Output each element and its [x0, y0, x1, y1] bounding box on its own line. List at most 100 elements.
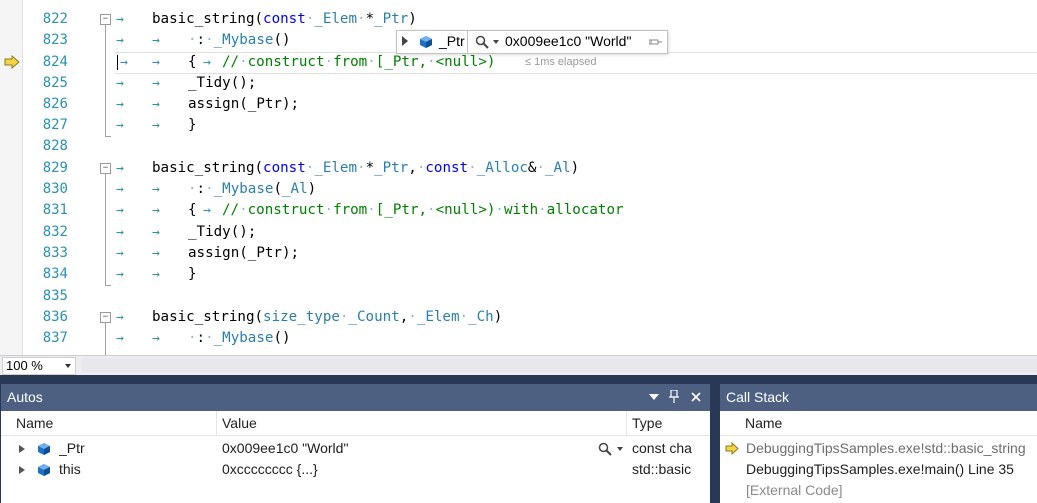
column-header-type[interactable]: Type: [627, 411, 710, 435]
tool-window-area: Autos Name Value Type _Ptr 0x009ee1c0 "W…: [0, 375, 1037, 503]
code-line: 831 → → { → //·construct·from·[_Ptr,·<nu…: [0, 200, 1037, 221]
code-line: 830 → → ·:·_Mybase(_Al): [0, 179, 1037, 200]
instruction-pointer-icon[interactable]: [4, 55, 20, 69]
tab-arrow-icon: →: [152, 182, 160, 197]
datatip[interactable]: _Ptr 0x009ee1c0 "World": [396, 30, 668, 54]
horizontal-scrollbar[interactable]: [82, 358, 1037, 372]
line-number: 828: [42, 138, 68, 154]
line-number: 832: [42, 224, 68, 240]
column-header-name[interactable]: Name: [740, 411, 1037, 435]
code-line: 832 → → _Tidy();: [0, 222, 1037, 243]
code-text: _Tidy();: [188, 224, 257, 240]
text-cursor: [117, 55, 118, 70]
visualizer-dropdown-icon[interactable]: [493, 40, 499, 44]
line-number: 831: [42, 202, 68, 218]
code-line: 821: [0, 0, 1037, 7]
line-number: 834: [42, 266, 68, 282]
visualizer-dropdown-icon[interactable]: [617, 447, 623, 451]
code-line: 837 → → ·:·_Mybase(): [0, 328, 1037, 349]
fold-guide: [105, 24, 106, 137]
zoom-value: 100 %: [6, 358, 43, 373]
tab-arrow-icon: →: [152, 225, 160, 240]
variable-cube-icon: [420, 36, 432, 48]
code-editor[interactable]: 821 822 − → basic_string(const·_Elem·*_P…: [0, 0, 1037, 355]
variable-cube-icon: [38, 464, 50, 476]
line-number: 835: [42, 288, 68, 304]
tab-arrow-icon: →: [116, 331, 124, 346]
table-row[interactable]: _Ptr 0x009ee1c0 "World" const cha: [1, 438, 710, 459]
tab-arrow-icon: →: [152, 246, 160, 261]
column-header-value[interactable]: Value: [217, 411, 627, 435]
tab-arrow-icon: →: [116, 310, 124, 325]
tab-arrow-icon: →: [116, 225, 124, 240]
datatip-value[interactable]: 0x009ee1c0 "World": [505, 33, 631, 49]
line-number: 837: [42, 330, 68, 346]
autos-title-bar[interactable]: Autos: [1, 384, 710, 411]
tab-arrow-icon: →: [152, 118, 160, 133]
code-text: assign(_Ptr);: [188, 245, 300, 261]
fold-guide: [105, 322, 106, 355]
code-line: 822 − → basic_string(const·_Elem·*_Ptr): [0, 9, 1037, 30]
line-number: 821: [24, 0, 68, 7]
expand-icon[interactable]: [19, 445, 25, 453]
variable-cube-icon: [38, 443, 50, 455]
expand-icon[interactable]: [19, 466, 25, 474]
tab-arrow-icon: →: [116, 161, 124, 176]
window-menu-icon[interactable]: [649, 394, 659, 400]
line-number: 822: [42, 11, 68, 27]
magnifier-icon[interactable]: [598, 442, 612, 456]
fold-guide-end: [105, 285, 111, 286]
call-stack-frame[interactable]: [External Code]: [720, 480, 1037, 501]
line-number: 829: [42, 160, 68, 176]
editor-status-bar: 100 %: [0, 355, 1037, 375]
tab-arrow-icon: →: [152, 55, 160, 70]
line-number: 826: [42, 96, 68, 112]
code-line: 834 → → }: [0, 264, 1037, 285]
tab-arrow-icon: →: [116, 76, 124, 91]
call-stack-title: Call Stack: [726, 389, 790, 405]
call-stack-header: Name: [720, 411, 1037, 436]
column-header-name[interactable]: Name: [11, 411, 217, 435]
line-number: 827: [42, 117, 68, 133]
line-number: 825: [42, 75, 68, 91]
pin-icon[interactable]: [649, 37, 663, 47]
line-number: 823: [42, 32, 68, 48]
zoom-level-dropdown[interactable]: 100 %: [2, 357, 76, 375]
frame-name: [External Code]: [746, 482, 843, 498]
code-token-group: basic_string(const·_Elem·*_Ptr): [152, 11, 417, 27]
autos-var-value[interactable]: 0xcccccccc {...}: [222, 459, 318, 480]
fold-guide-end: [105, 136, 111, 137]
table-row[interactable]: this 0xcccccccc {...} std::basic: [1, 459, 710, 480]
expand-icon[interactable]: [402, 36, 408, 46]
tab-arrow-icon: →: [116, 12, 124, 27]
code-text: {: [188, 202, 197, 218]
code-line: 827 → → }: [0, 115, 1037, 136]
code-text: ·:·_Mybase(_Al): [188, 179, 316, 200]
perf-tip[interactable]: ≤ 1ms elapsed: [525, 52, 596, 73]
code-token-group: ·:·_Mybase(): [188, 32, 291, 48]
code-line: 835: [0, 286, 1037, 307]
chevron-down-icon[interactable]: [65, 364, 71, 368]
code-token-group: basic_string(size_type·_Count,·_Elem·_Ch…: [152, 309, 503, 325]
line-number: 830: [42, 181, 68, 197]
call-stack-frame[interactable]: DebuggingTipsSamples.exe!std::basic_stri…: [720, 438, 1037, 459]
autos-var-name: this: [59, 461, 81, 477]
autos-header: Name Value Type: [1, 411, 710, 436]
autos-var-value[interactable]: 0x009ee1c0 "World": [222, 438, 348, 459]
code-text: ·:·_Mybase(): [188, 328, 291, 349]
tab-arrow-icon: →: [116, 118, 124, 133]
tab-arrow-icon: →: [116, 33, 124, 48]
magnifier-icon[interactable]: [475, 35, 489, 49]
call-stack-frame[interactable]: DebuggingTipsSamples.exe!main() Line 35: [720, 459, 1037, 480]
pin-icon[interactable]: [669, 390, 679, 404]
tab-arrow-icon: →: [152, 267, 160, 282]
code-token-group: //·construct·from·[_Ptr,·<null>)·with·al…: [222, 202, 624, 218]
close-icon[interactable]: [691, 392, 701, 402]
code-text: }: [188, 266, 197, 282]
code-text: {: [188, 54, 197, 70]
tab-arrow-icon: →: [152, 76, 160, 91]
call-stack-title-bar[interactable]: Call Stack: [720, 384, 1037, 411]
tab-arrow-icon: →: [152, 331, 160, 346]
code-token-group: basic_string(const·_Elem·*_Ptr,·const·_A…: [152, 160, 580, 176]
code-comment: //·construct·from·[_Ptr,·<null>): [222, 52, 495, 73]
